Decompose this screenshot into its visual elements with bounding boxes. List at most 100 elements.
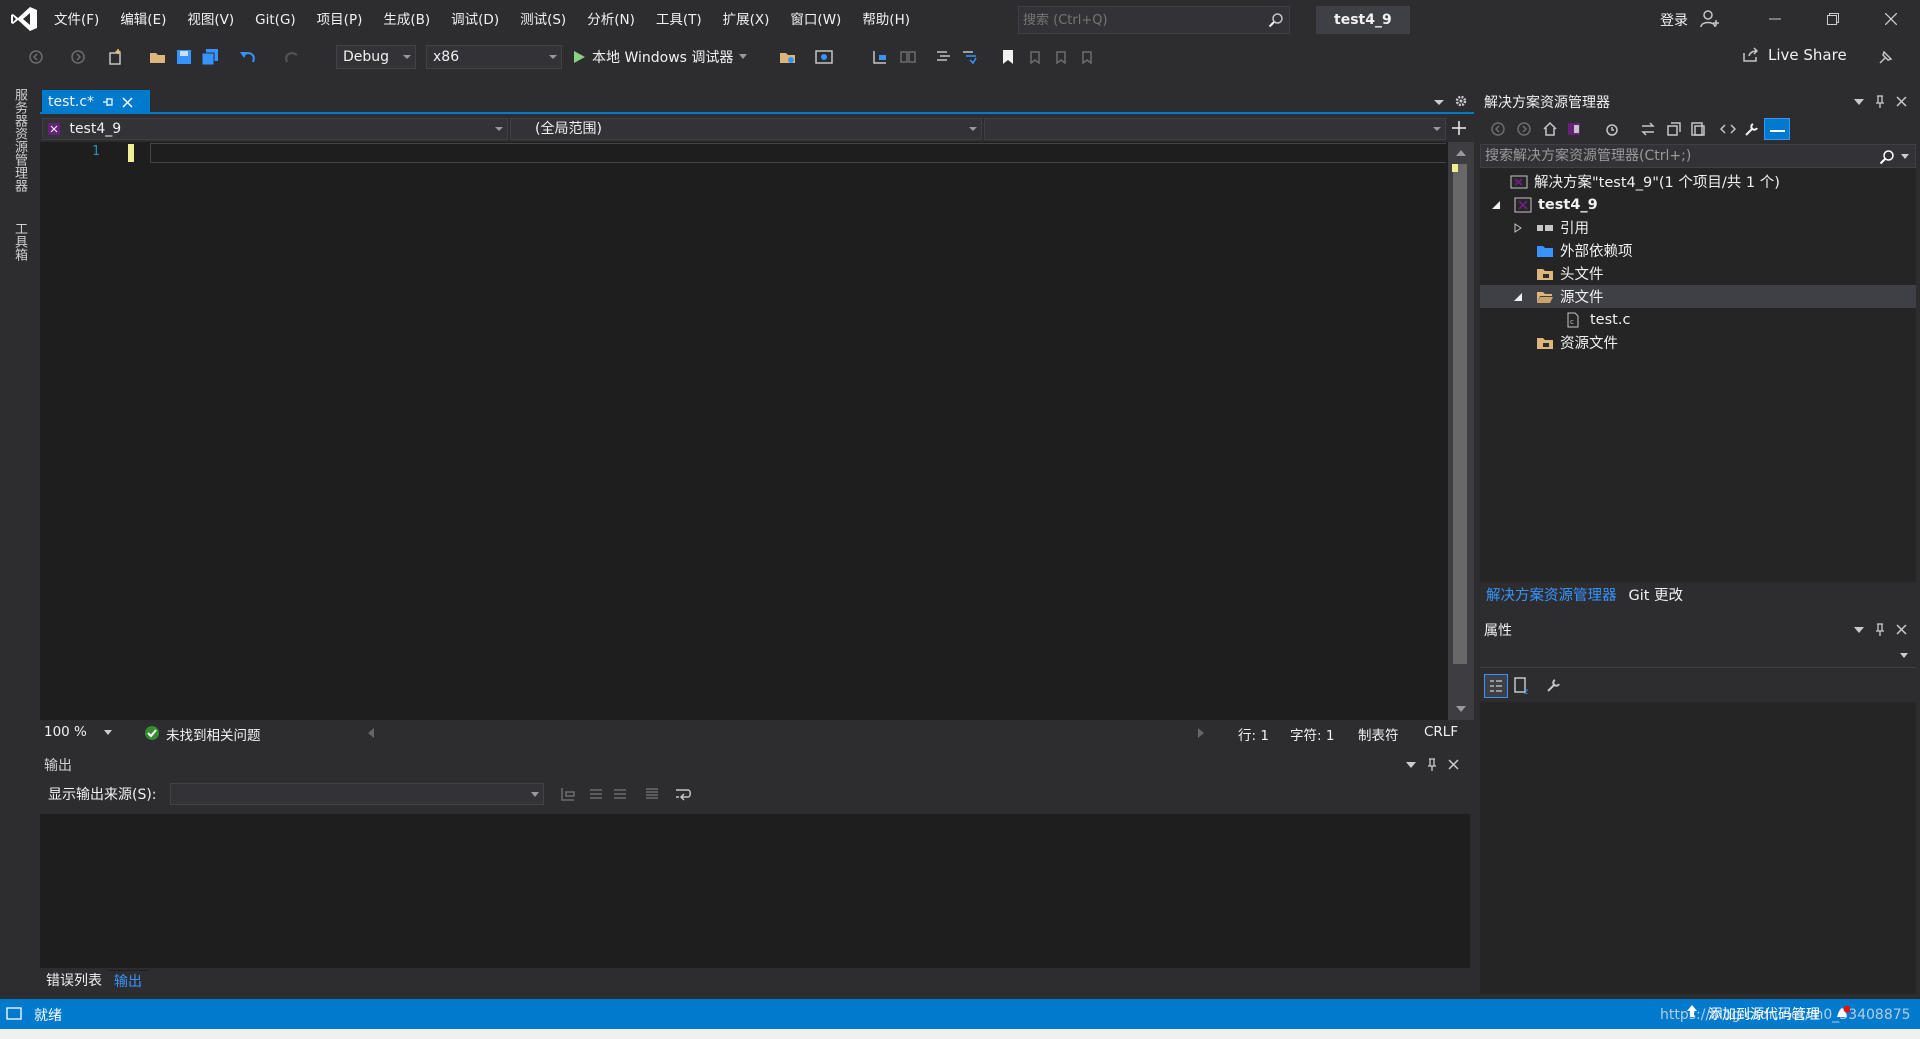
collapsed-arrow-icon[interactable] bbox=[1512, 222, 1524, 234]
property-pages-wrench-icon[interactable] bbox=[1546, 677, 1562, 693]
sol-back-icon[interactable] bbox=[1490, 121, 1506, 137]
sol-forward-icon[interactable] bbox=[1516, 121, 1532, 137]
tabs-mode[interactable]: 制表符 bbox=[1358, 724, 1399, 744]
project-nav-dropdown[interactable]: test4_9 bbox=[42, 118, 508, 140]
menu-file[interactable]: 文件(F) bbox=[44, 0, 110, 38]
pin-tab-icon[interactable] bbox=[102, 96, 114, 108]
menu-window[interactable]: 窗口(W) bbox=[780, 0, 852, 38]
solution-explorer-search[interactable]: 搜索解决方案资源管理器(Ctrl+;) bbox=[1480, 144, 1916, 168]
line-ending[interactable]: CRLF bbox=[1424, 724, 1458, 740]
home-icon[interactable] bbox=[1542, 121, 1558, 137]
expanded-arrow-icon[interactable] bbox=[1490, 199, 1502, 211]
navigate-forward-icon[interactable] bbox=[68, 47, 88, 67]
notifications-bell-icon[interactable] bbox=[1834, 1005, 1850, 1021]
show-all-files-icon[interactable] bbox=[1690, 121, 1706, 137]
props-close-icon[interactable] bbox=[1896, 624, 1907, 635]
feedback-icon[interactable] bbox=[1876, 47, 1896, 67]
output-close-icon[interactable] bbox=[1448, 759, 1459, 770]
search-icon[interactable] bbox=[1263, 7, 1289, 33]
categorized-icon[interactable] bbox=[1484, 674, 1508, 698]
clear-bookmarks-icon[interactable] bbox=[1078, 47, 1098, 67]
properties-wrench-icon[interactable] bbox=[1744, 121, 1760, 137]
minimize-button[interactable] bbox=[1746, 0, 1804, 38]
properties-object-select[interactable] bbox=[1480, 644, 1916, 668]
start-debugging-button[interactable]: 本地 Windows 调试器 bbox=[572, 46, 748, 68]
menu-tools[interactable]: 工具(T) bbox=[646, 0, 713, 38]
zoom-level[interactable]: 100 % bbox=[44, 724, 87, 740]
close-tab-icon[interactable] bbox=[122, 96, 133, 108]
new-project-icon[interactable] bbox=[106, 47, 126, 67]
tab-solution-explorer[interactable]: 解决方案资源管理器 bbox=[1480, 582, 1623, 610]
preview-selected-items-icon[interactable] bbox=[1764, 118, 1790, 140]
comment-out-icon[interactable] bbox=[934, 47, 954, 67]
menu-edit[interactable]: 编辑(E) bbox=[110, 0, 177, 38]
redo-icon[interactable] bbox=[282, 47, 302, 67]
word-wrap-icon[interactable] bbox=[674, 786, 692, 802]
tree-item-project[interactable]: test4_9 bbox=[1480, 193, 1916, 216]
undo-icon[interactable] bbox=[238, 47, 258, 67]
scope-nav-dropdown[interactable]: (全局范围) bbox=[510, 118, 982, 140]
add-source-control-button[interactable]: 添加到源代码管理 bbox=[1708, 1004, 1820, 1024]
menu-analyze[interactable]: 分析(N) bbox=[577, 0, 646, 38]
configuration-select[interactable]: Debug bbox=[336, 45, 416, 69]
tab-test-c[interactable]: test.c* bbox=[42, 90, 150, 114]
sync-with-document-icon[interactable] bbox=[1640, 121, 1656, 137]
close-button[interactable] bbox=[1862, 0, 1920, 38]
switch-views-icon[interactable] bbox=[1566, 121, 1582, 137]
tree-item-solution[interactable]: 解决方案"test4_9"(1 个项目/共 1 个) bbox=[1480, 170, 1916, 193]
menu-build[interactable]: 生成(B) bbox=[373, 0, 441, 38]
previous-message-icon[interactable] bbox=[588, 786, 604, 802]
tree-item-references[interactable]: 引用 bbox=[1480, 216, 1916, 239]
server-explorer-tab[interactable]: 服务器资源管理器 bbox=[10, 88, 29, 192]
sol-pin-icon[interactable] bbox=[1874, 95, 1886, 109]
hscroll-right-icon[interactable] bbox=[1198, 728, 1204, 738]
collapse-all-icon[interactable] bbox=[1666, 121, 1682, 137]
output-dropdown-icon[interactable] bbox=[1406, 762, 1416, 769]
navigate-back-icon[interactable] bbox=[26, 47, 46, 67]
output-source-select[interactable] bbox=[170, 783, 544, 805]
zoom-dropdown-icon[interactable] bbox=[104, 730, 112, 736]
hscroll-left-icon[interactable] bbox=[368, 728, 374, 738]
alphabetical-icon[interactable]: z bbox=[1514, 677, 1532, 695]
line-position[interactable]: 行: 1 bbox=[1238, 724, 1269, 744]
save-icon[interactable] bbox=[174, 47, 194, 67]
live-share-button[interactable]: Live Share bbox=[1742, 46, 1847, 64]
tree-item-resource-files[interactable]: 资源文件 bbox=[1480, 331, 1916, 354]
open-folder-icon[interactable] bbox=[148, 47, 168, 67]
tree-item-external-deps[interactable]: 外部依赖项 bbox=[1480, 239, 1916, 262]
menu-help[interactable]: 帮助(H) bbox=[852, 0, 921, 38]
view-code-icon[interactable] bbox=[1720, 121, 1736, 137]
scroll-up-icon[interactable] bbox=[1456, 150, 1466, 156]
char-position[interactable]: 字符: 1 bbox=[1290, 724, 1334, 744]
split-editor-icon[interactable] bbox=[1452, 121, 1466, 135]
tab-git-changes[interactable]: Git 更改 bbox=[1623, 582, 1690, 610]
pending-changes-filter-icon[interactable] bbox=[1604, 121, 1620, 137]
next-bookmark-icon[interactable] bbox=[1052, 47, 1072, 67]
toolbox-tab[interactable]: 工具箱 bbox=[10, 222, 29, 261]
tree-item-source-files[interactable]: 源文件 bbox=[1480, 285, 1916, 308]
expanded-arrow-icon[interactable] bbox=[1512, 291, 1524, 303]
sign-in-link[interactable]: 登录 bbox=[1660, 10, 1688, 30]
member-nav-dropdown[interactable] bbox=[984, 118, 1446, 140]
code-editor[interactable]: 1 bbox=[40, 142, 1448, 720]
browser-link-icon[interactable] bbox=[778, 47, 798, 67]
menu-view[interactable]: 视图(V) bbox=[177, 0, 245, 38]
sol-close-icon[interactable] bbox=[1896, 96, 1907, 107]
output-window-icon[interactable] bbox=[6, 1007, 22, 1021]
props-pin-icon[interactable] bbox=[1874, 623, 1886, 637]
sol-search-options-icon[interactable] bbox=[1901, 154, 1909, 159]
platform-select[interactable]: x86 bbox=[426, 45, 562, 69]
output-pin-icon[interactable] bbox=[1426, 758, 1438, 772]
menu-extensions[interactable]: 扩展(X) bbox=[713, 0, 781, 38]
quick-search-input[interactable] bbox=[1019, 12, 1263, 28]
clear-all-icon[interactable] bbox=[644, 786, 660, 802]
tree-item-header-files[interactable]: 头文件 bbox=[1480, 262, 1916, 285]
sol-dropdown-icon[interactable] bbox=[1854, 99, 1864, 106]
menu-test[interactable]: 测试(S) bbox=[510, 0, 577, 38]
next-message-icon[interactable] bbox=[612, 786, 628, 802]
find-message-icon[interactable] bbox=[560, 786, 576, 802]
restore-button[interactable] bbox=[1804, 0, 1862, 38]
bookmark-icon[interactable] bbox=[998, 47, 1018, 67]
scroll-down-icon[interactable] bbox=[1456, 706, 1466, 712]
sol-search-icon[interactable] bbox=[1879, 149, 1895, 165]
